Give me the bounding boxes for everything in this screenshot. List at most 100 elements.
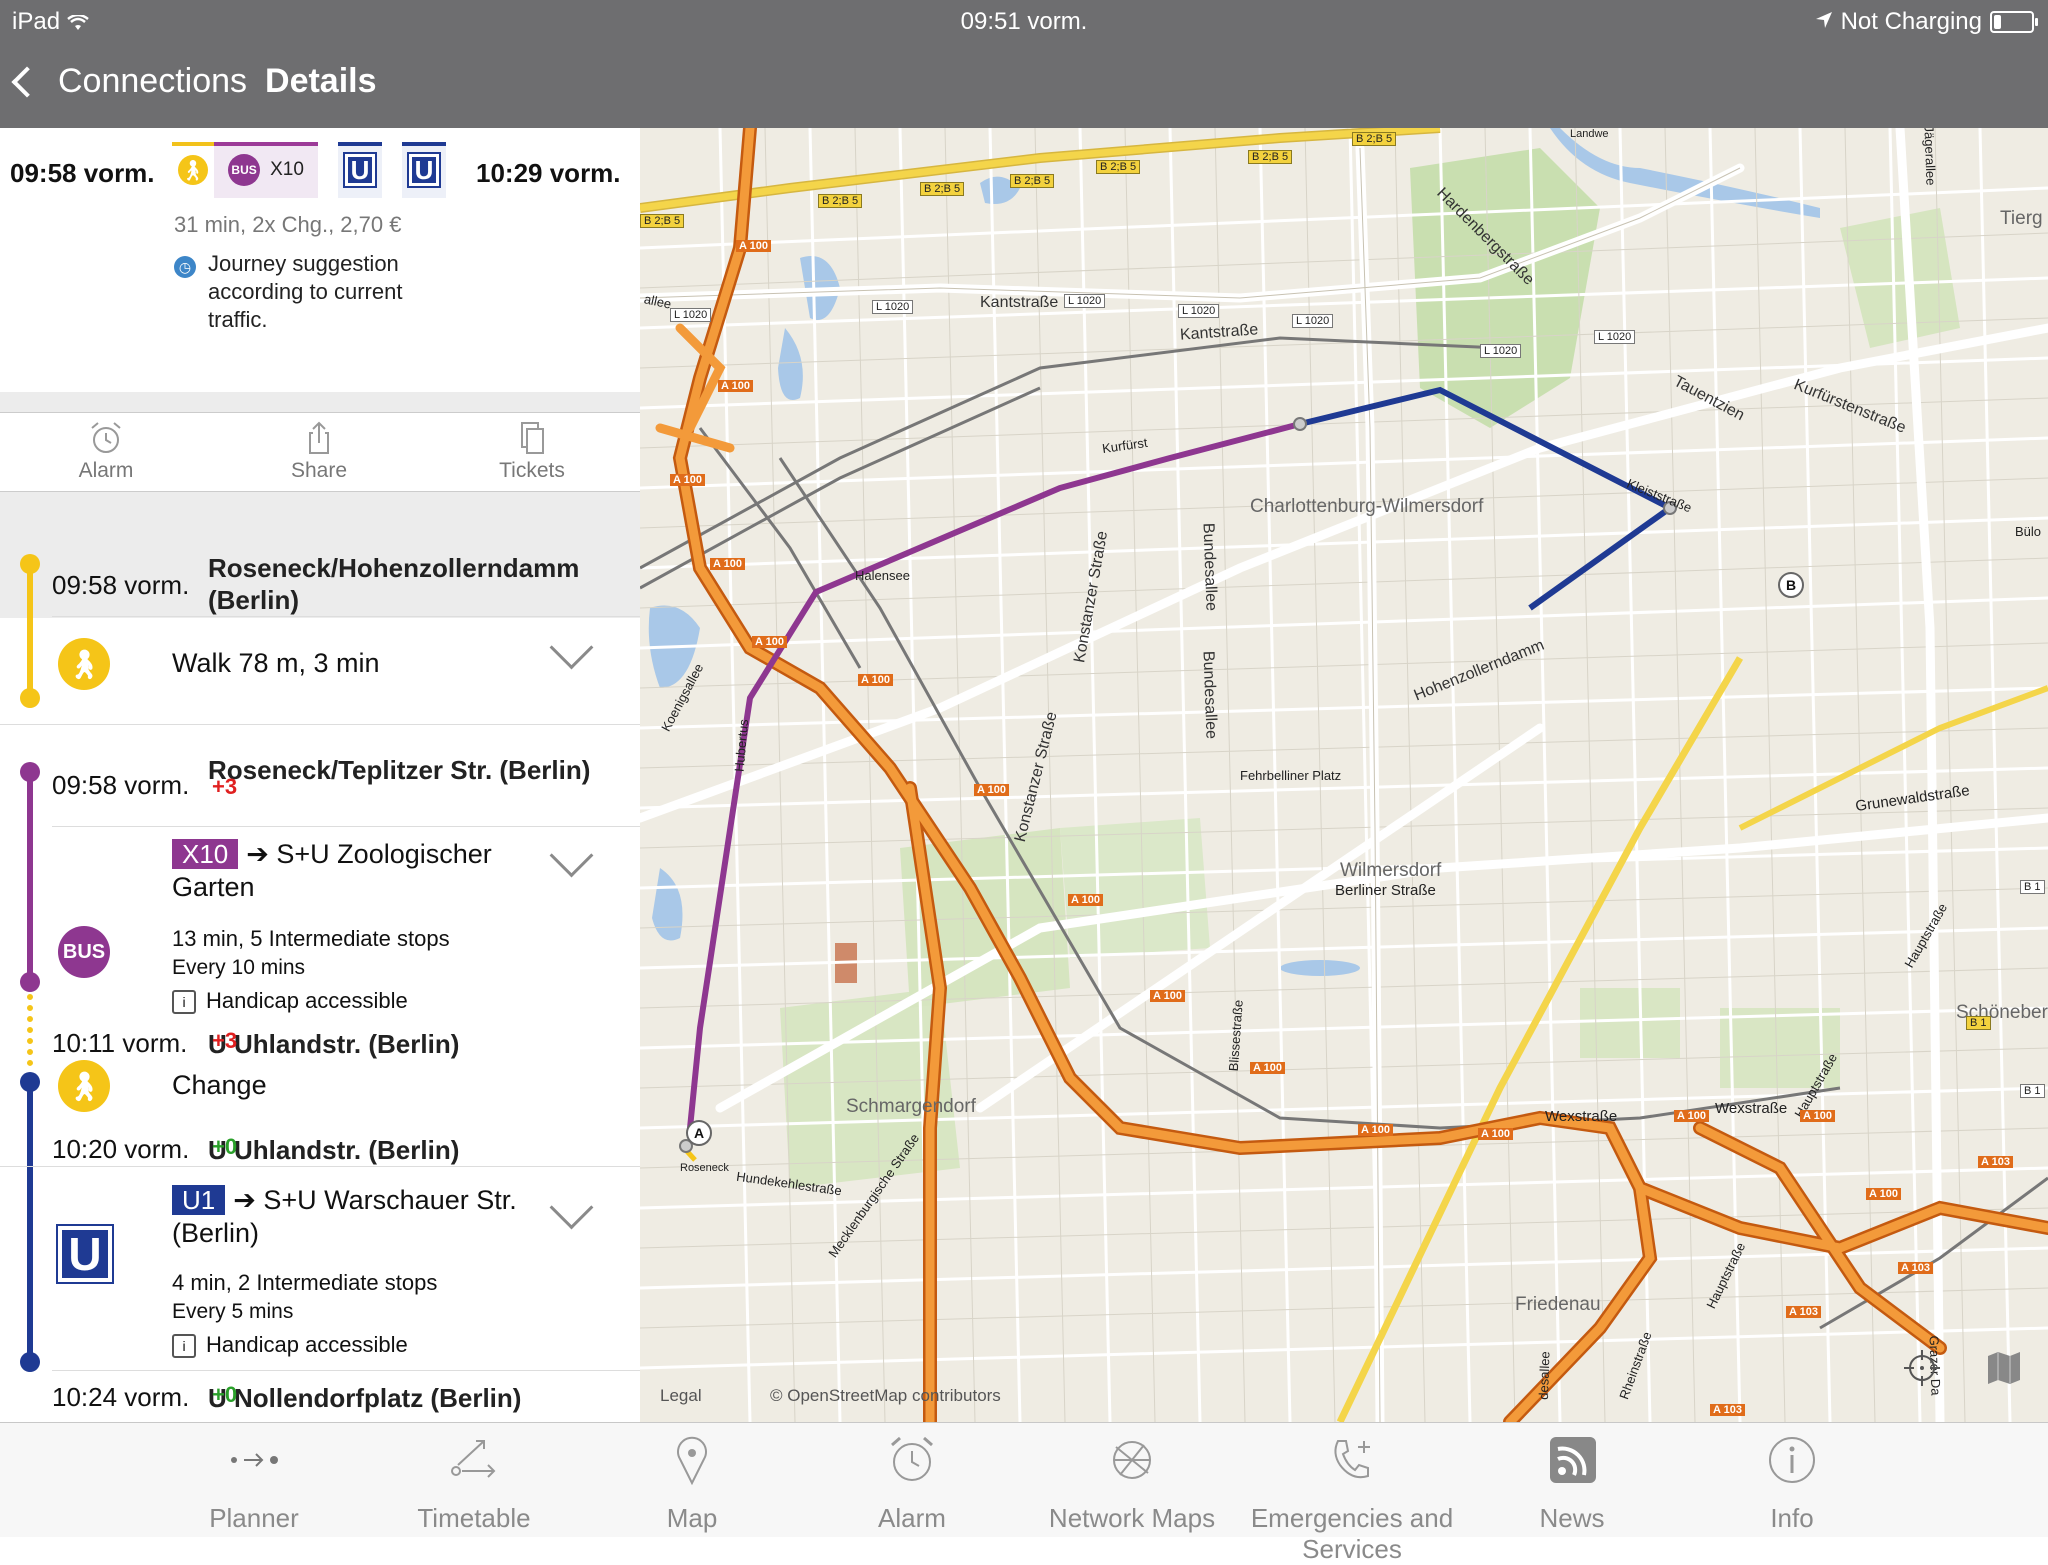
- tickets-action-button[interactable]: Tickets: [462, 421, 602, 483]
- share-icon: [249, 421, 389, 455]
- stop-time: 09:58 vorm.: [52, 770, 190, 800]
- bus-line-badge: X10: [172, 839, 239, 869]
- street-label: Wexstraße: [1545, 1108, 1618, 1125]
- clock-icon: ◷: [174, 256, 196, 278]
- network-maps-icon: [1022, 1435, 1242, 1485]
- tab-bar: Planner Timetable Map Alarm Network Maps…: [0, 1422, 2048, 1564]
- destination-pin[interactable]: B: [1778, 572, 1804, 598]
- tab-planner[interactable]: Planner: [144, 1423, 364, 1537]
- stop-time: 10:20 vorm.: [52, 1134, 190, 1164]
- phone-plus-icon: [1242, 1435, 1462, 1485]
- road-shield: B 2;B 5: [1352, 132, 1397, 146]
- road-shield: A 100: [1250, 1062, 1285, 1074]
- row-divider: [52, 826, 640, 827]
- road-shield: A 100: [752, 636, 787, 648]
- district-label: Schmargendorf: [846, 1096, 976, 1117]
- tab-news[interactable]: News: [1462, 1423, 1682, 1537]
- delay-badge: +3: [212, 1028, 238, 1053]
- locate-me-button[interactable]: [1902, 1348, 1946, 1392]
- road-shield: A 100: [710, 558, 745, 570]
- chevron-down-icon[interactable]: [549, 625, 594, 670]
- chip-gap: [382, 142, 402, 198]
- bus-icon: BUS: [58, 926, 110, 978]
- road-shield: B 1: [2020, 1084, 2045, 1098]
- tab-network-maps[interactable]: Network Maps: [1022, 1423, 1242, 1537]
- road-shield: A 100: [1358, 1124, 1393, 1136]
- chevron-down-icon[interactable]: [549, 833, 594, 878]
- road-shield: L 1020: [872, 300, 914, 314]
- departure-time: 09:58 vorm.: [10, 158, 155, 188]
- alarm-action-button[interactable]: Alarm: [36, 421, 176, 483]
- share-action-button[interactable]: Share: [249, 421, 389, 483]
- bus-line: [27, 772, 33, 982]
- tab-alarm[interactable]: Alarm: [802, 1423, 1022, 1537]
- street-label: desallee: [1535, 1351, 1553, 1400]
- route-map[interactable]: Charlottenburg-Wilmersdorf Wilmersdorf S…: [640, 128, 2048, 1422]
- change-line: [27, 994, 33, 1066]
- stop-name: U Uhlandstr. (Berlin): [208, 1135, 460, 1165]
- arrow-right-icon: ➔: [246, 839, 269, 869]
- ubahn-icon: U: [343, 152, 377, 188]
- bus-frequency: Every 10 mins: [172, 956, 306, 979]
- timetable-icon: [364, 1435, 584, 1485]
- legal-link[interactable]: Legal: [660, 1386, 702, 1406]
- arrow-right-icon: ➔: [233, 1185, 256, 1215]
- back-label: Connections: [58, 62, 248, 100]
- road-shield: A 100: [1800, 1110, 1835, 1122]
- road-shield: A 100: [1150, 990, 1185, 1002]
- status-time: 09:51 vorm.: [960, 8, 1088, 35]
- road-shield: A 100: [974, 784, 1009, 796]
- ubahn-line-badge: U1: [172, 1185, 226, 1215]
- battery-icon: [1990, 11, 2038, 33]
- stop-dot: [20, 688, 40, 708]
- tickets-icon: [462, 421, 602, 455]
- bus-detail: 13 min, 5 Intermediate stops: [172, 926, 450, 951]
- origin-pin[interactable]: A: [686, 1120, 712, 1146]
- traffic-notice: ◷ Journey suggestion according to curren…: [174, 250, 428, 334]
- accessibility-text: Handicap accessible: [206, 988, 408, 1013]
- bus-accessibility: i Handicap accessible: [172, 988, 408, 1015]
- street-label: Jägerallee: [1921, 128, 1939, 186]
- accessibility-text: Handicap accessible: [206, 1332, 408, 1357]
- status-right: Not Charging: [1815, 8, 2038, 36]
- walk-text: Walk 78 m, 3 min: [172, 648, 380, 678]
- map-type-button[interactable]: [1984, 1348, 2028, 1392]
- street-label: Bundesallee: [1199, 522, 1220, 612]
- tab-map[interactable]: Map: [582, 1423, 802, 1537]
- tab-timetable[interactable]: Timetable: [364, 1423, 584, 1537]
- street-label: Kantstraße: [980, 294, 1059, 311]
- delay-badge: +3: [212, 774, 238, 799]
- connection-summary[interactable]: 09:58 vorm. 🚶︎ BUS X10 U U 10:29 vorm. 3…: [0, 128, 640, 392]
- tab-label: Info: [1770, 1503, 1814, 1533]
- stop-name: U Nollendorfplatz (Berlin): [208, 1383, 522, 1413]
- leg-chips: 🚶︎ BUS X10 U U: [172, 142, 462, 198]
- connection-details-panel: 09:58 vorm. 🚶︎ BUS X10 U U 10:29 vorm. 3…: [0, 128, 640, 1422]
- district-label: Friedenau: [1515, 1294, 1601, 1315]
- bus-chip: BUS X10: [214, 142, 318, 198]
- stop-dot: [20, 554, 40, 574]
- district-label: Wilmersdorf: [1340, 860, 1442, 881]
- road-shield: A 103: [1710, 1404, 1745, 1416]
- back-button[interactable]: Connections Details: [11, 62, 377, 101]
- delay-badge: +0: [212, 1134, 238, 1159]
- rss-icon: [1462, 1435, 1682, 1485]
- street-label: Berliner Straße: [1335, 882, 1436, 899]
- road-shield: L 1020: [1178, 304, 1220, 318]
- walk-icon: 🚶︎: [58, 1060, 110, 1112]
- street-label: Landwe: [1570, 128, 1609, 140]
- tab-info[interactable]: Info: [1682, 1423, 1902, 1537]
- stop-time: 09:58 vorm.: [52, 570, 190, 600]
- road-shield: A 100: [718, 380, 753, 392]
- street-label: Bundesallee: [1199, 650, 1220, 740]
- road-shield: L 1020: [1480, 344, 1522, 358]
- road-shield: B 2;B 5: [920, 182, 965, 196]
- share-action-label: Share: [290, 459, 348, 482]
- road-shield: L 1020: [670, 308, 712, 322]
- bus-line-label: X10: [270, 159, 304, 180]
- planner-icon: [144, 1435, 364, 1485]
- alarm-clock-icon: [36, 421, 176, 455]
- road-shield: A 100: [670, 474, 705, 486]
- info-icon: [1682, 1435, 1902, 1485]
- journey-meta: 31 min, 2x Chg., 2,70 €: [174, 212, 402, 237]
- tab-emergencies[interactable]: Emergencies and Services: [1242, 1423, 1462, 1564]
